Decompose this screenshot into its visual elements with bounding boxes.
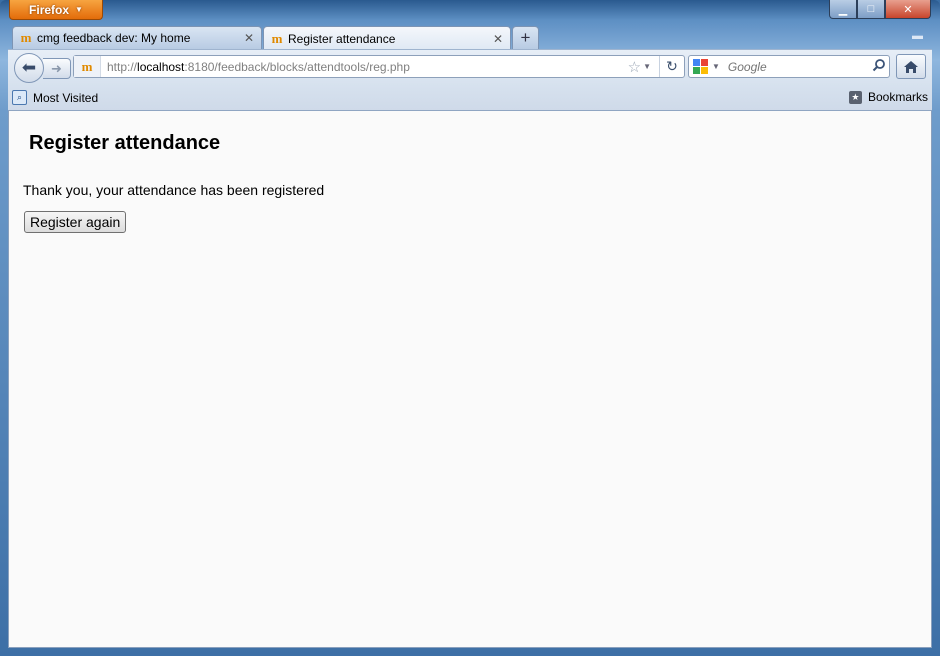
tab-label: Register attendance <box>288 31 396 46</box>
search-bar[interactable]: ▼ <box>688 55 890 78</box>
minimize-button[interactable]: ▁ <box>829 0 857 19</box>
firefox-menu-button[interactable]: Firefox ▼ <box>9 0 103 20</box>
bookmarks-label: Bookmarks <box>867 90 928 104</box>
page-content: Register attendance Thank you, your atte… <box>8 111 932 648</box>
tab-register-attendance[interactable]: m Register attendance ✕ <box>263 26 511 50</box>
moodle-icon: m <box>20 30 32 45</box>
bookmark-star-icon[interactable]: ☆ <box>628 58 641 76</box>
most-visited-label: Most Visited <box>33 90 99 105</box>
maximize-button[interactable]: □ <box>857 0 885 19</box>
new-tab-button[interactable]: + <box>512 26 539 49</box>
window-controls: ▁ □ ✕ <box>829 0 931 19</box>
url-host: localhost <box>137 59 185 74</box>
page-title: Register attendance <box>29 132 221 154</box>
history-dropdown-icon[interactable]: ▼ <box>643 62 651 71</box>
back-button[interactable]: ⬅ <box>14 53 44 83</box>
navigation-toolbar: ➜ ⬅ m http://localhost:8180/feedback/blo… <box>8 49 932 86</box>
firefox-menu-label: Firefox <box>29 2 70 17</box>
url-scheme: http:// <box>107 59 138 74</box>
chevron-down-icon: ▼ <box>75 5 83 14</box>
url-path: :8180/feedback/blocks/attendtools/reg.ph… <box>184 59 410 74</box>
most-visited-folder[interactable]: ⌕ Most Visited <box>12 90 98 105</box>
maximize-icon: □ <box>867 3 875 15</box>
plus-icon: + <box>520 28 531 47</box>
bookmarks-star-icon: ★ <box>848 90 862 104</box>
browser-window: Firefox ▼ ▁ □ ✕ m cmg feedback dev: My h… <box>0 0 940 656</box>
reload-button[interactable]: ↻ <box>659 56 684 77</box>
reload-icon: ↻ <box>666 58 678 74</box>
back-forward-group: ➜ ⬅ <box>14 53 74 83</box>
url-text[interactable]: http://localhost:8180/feedback/blocks/at… <box>101 60 628 74</box>
close-tab-icon[interactable]: ✕ <box>490 32 506 46</box>
home-icon <box>904 60 918 73</box>
google-icon[interactable] <box>693 58 709 75</box>
arrow-left-icon: ⬅ <box>21 58 37 77</box>
bookmarks-toolbar: ⌕ Most Visited ★ Bookmarks <box>8 86 932 111</box>
search-icon[interactable] <box>869 58 889 75</box>
search-input[interactable] <box>725 58 869 75</box>
chevron-down-icon[interactable]: ▼ <box>712 62 720 71</box>
forward-button[interactable]: ➜ <box>43 58 71 79</box>
bookmarks-menu-button[interactable]: ★ Bookmarks <box>848 90 928 104</box>
url-bar[interactable]: m http://localhost:8180/feedback/blocks/… <box>73 55 685 78</box>
minimize-icon: ▁ <box>838 3 848 16</box>
tab-label: cmg feedback dev: My home <box>37 31 191 45</box>
moodle-icon: m <box>271 30 283 46</box>
arrow-right-icon: ➜ <box>51 61 62 76</box>
moodle-icon: m <box>74 56 101 77</box>
register-again-button[interactable]: Register again <box>24 211 127 233</box>
folder-icon: ⌕ <box>12 90 27 105</box>
close-icon: ✕ <box>903 3 913 16</box>
home-button[interactable] <box>896 54 926 79</box>
tab-list-icon[interactable]: ▬ <box>912 30 923 42</box>
confirmation-message: Thank you, your attendance has been regi… <box>23 182 325 198</box>
close-window-button[interactable]: ✕ <box>885 0 931 19</box>
close-tab-icon[interactable]: ✕ <box>241 31 257 45</box>
tab-my-home[interactable]: m cmg feedback dev: My home ✕ <box>12 26 262 49</box>
